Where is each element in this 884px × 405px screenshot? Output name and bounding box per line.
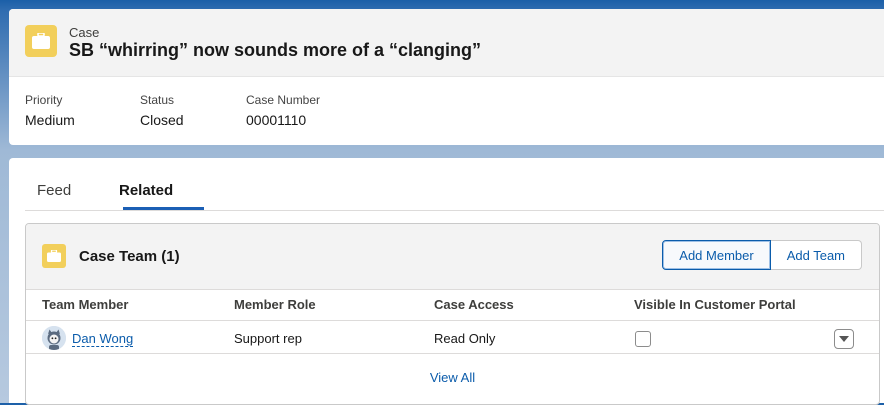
related-list-actions: Add Member Add Team (662, 240, 862, 272)
case-access-cell: Read Only (434, 331, 496, 346)
field-value: 00001110 (246, 112, 307, 128)
field-label: Priority (25, 93, 63, 107)
column-header-visible-in-portal: Visible In Customer Portal (634, 297, 796, 312)
view-all-link[interactable]: View All (26, 370, 879, 385)
divider (26, 320, 879, 321)
tab-feed[interactable]: Feed (37, 182, 71, 199)
column-header-team-member: Team Member (42, 297, 129, 312)
case-team-related-list: Case Team (1) Add Member Add Team Team M… (25, 223, 880, 405)
related-list-header: Case Team (1) Add Member Add Team (26, 224, 879, 290)
column-header-member-role: Member Role (234, 297, 316, 312)
active-tab-indicator (123, 207, 204, 210)
tab-bar: Feed Related (25, 158, 884, 211)
record-header: Case SB “whirring” now sounds more of a … (9, 9, 884, 145)
field-label: Status (140, 93, 175, 107)
briefcase-icon (42, 244, 66, 268)
related-list-title[interactable]: Case Team (1) (79, 248, 180, 265)
field-label: Case Number (246, 93, 321, 107)
visible-in-portal-checkbox[interactable] (635, 331, 651, 347)
add-team-button[interactable]: Add Team (770, 240, 862, 270)
row-action-menu[interactable] (834, 329, 854, 349)
tab-related[interactable]: Related (119, 182, 173, 199)
briefcase-icon (25, 25, 57, 57)
add-member-button[interactable]: Add Member (662, 240, 771, 270)
field-case-number: Case Number 00001110 (246, 93, 320, 128)
field-value: Closed (140, 112, 184, 128)
main-content: Feed Related Case Team (1) Add Member Ad… (9, 158, 884, 405)
member-role-cell: Support rep (234, 331, 302, 346)
avatar (42, 326, 66, 350)
chevron-down-icon (839, 336, 849, 342)
field-priority: Priority Medium (25, 93, 75, 128)
field-value: Medium (25, 112, 75, 128)
record-title: SB “whirring” now sounds more of a “clan… (69, 40, 482, 60)
column-header-case-access: Case Access (434, 297, 514, 312)
divider (26, 353, 879, 354)
team-member-link[interactable]: Dan Wong (72, 331, 134, 347)
object-type-label: Case (69, 25, 100, 40)
record-header-title-area: Case SB “whirring” now sounds more of a … (9, 9, 884, 77)
field-status: Status Closed (140, 93, 184, 128)
